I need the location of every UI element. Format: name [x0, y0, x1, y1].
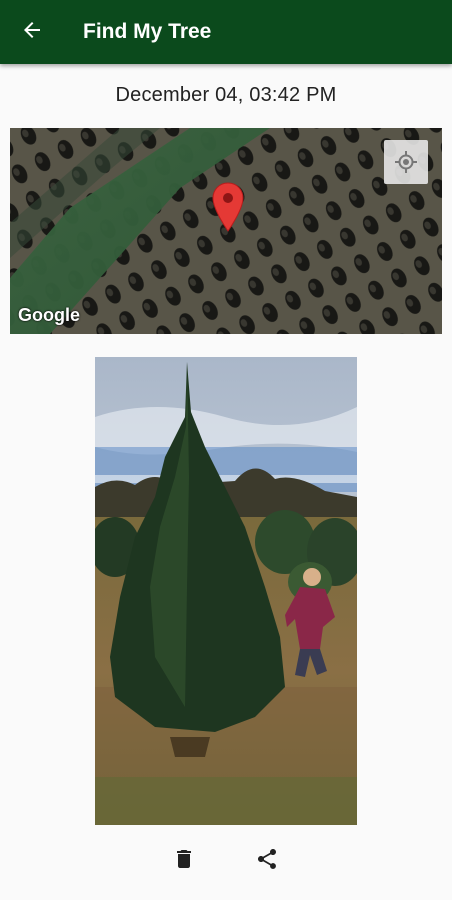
tree-photo[interactable]	[95, 357, 357, 825]
share-icon	[255, 847, 279, 876]
delete-button[interactable]	[166, 843, 202, 879]
my-location-icon	[394, 150, 418, 174]
arrow-back-icon	[20, 18, 44, 47]
back-button[interactable]	[0, 0, 64, 64]
action-bar	[0, 843, 452, 879]
app-bar: Find My Tree	[0, 0, 452, 64]
google-attribution: Google	[18, 305, 80, 325]
entry-timestamp: December 04, 03:42 PM	[115, 84, 337, 106]
share-button[interactable]	[249, 843, 285, 879]
map-pin-icon[interactable]	[212, 182, 244, 232]
delete-icon	[172, 847, 196, 876]
map-view[interactable]: Google	[10, 128, 442, 334]
my-location-button[interactable]	[384, 140, 428, 184]
page-title: Find My Tree	[83, 20, 212, 43]
